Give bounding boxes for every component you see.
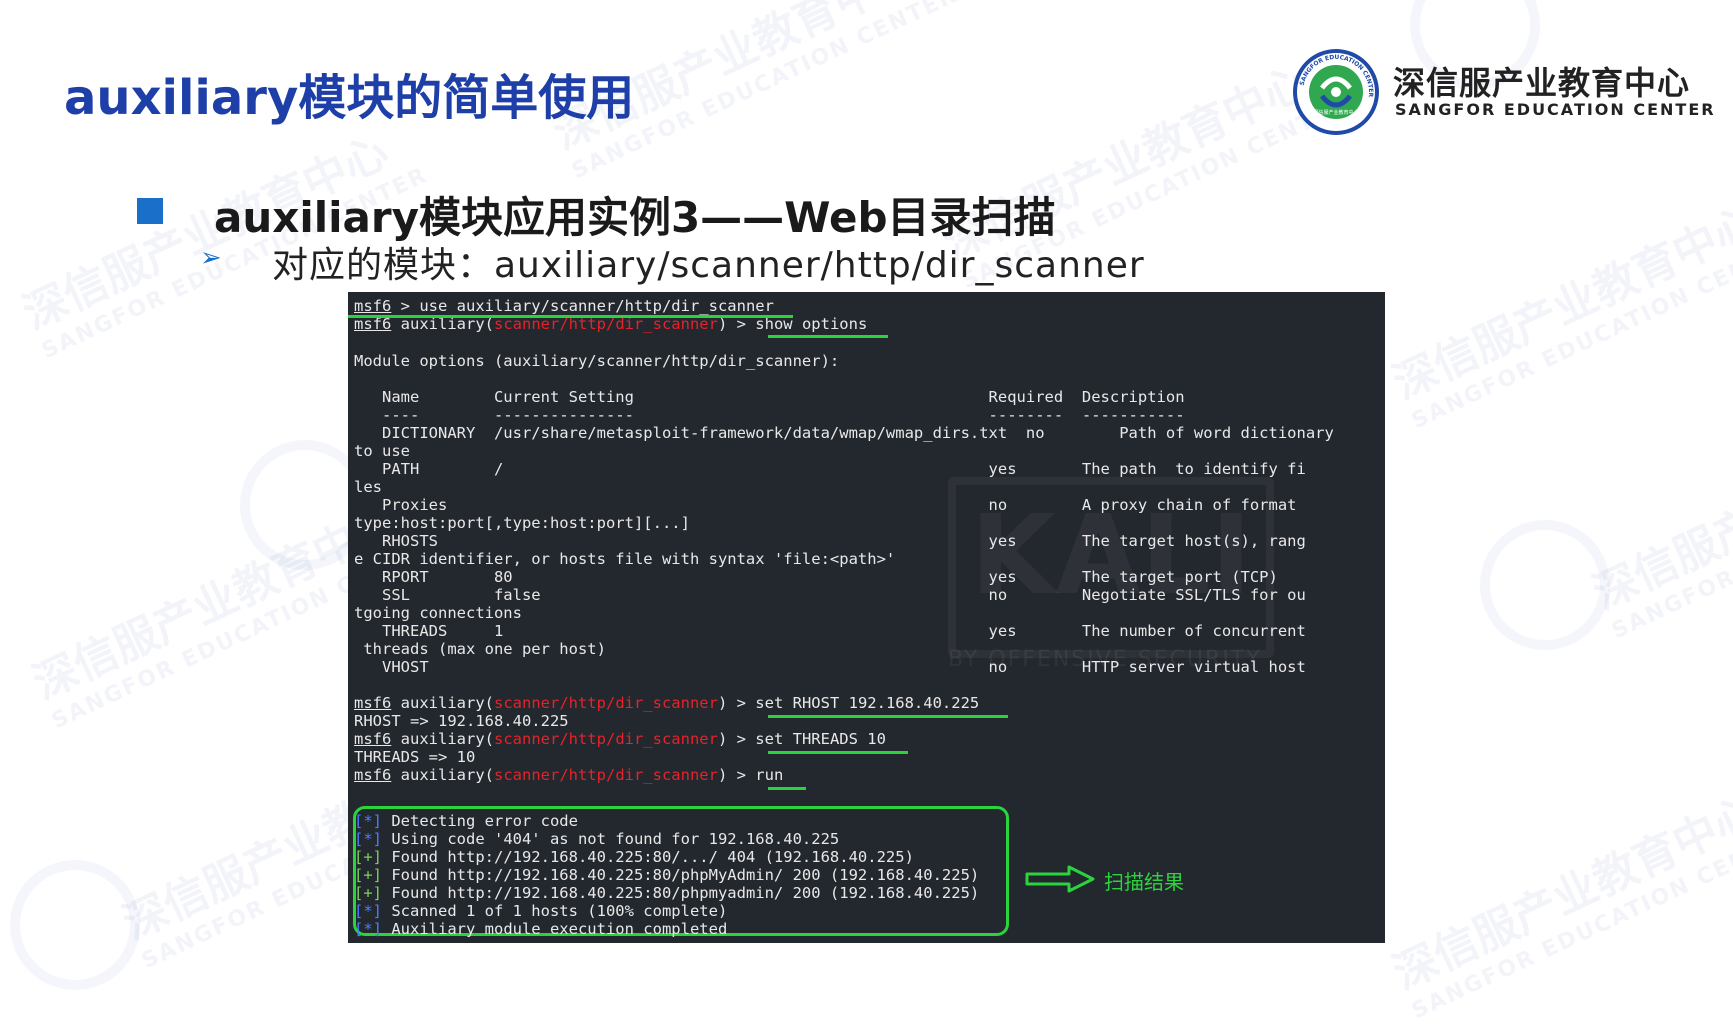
result-line: [*] Using code '404' as not found for 19… bbox=[354, 830, 840, 848]
double-arrow-icon bbox=[1025, 865, 1095, 893]
module-subline: 对应的模块：auxiliary/scanner/http/dir_scanner bbox=[272, 245, 1145, 286]
watermark: 深信服产业教育中心SANGFOR EDUCATION CENTER bbox=[1385, 786, 1733, 1024]
watermark: 深信服产业教育中心SANGFOR EDUCATION CENTER bbox=[1585, 406, 1733, 645]
command-underline bbox=[768, 751, 908, 754]
table-row: e CIDR identifier, or hosts file with sy… bbox=[354, 550, 896, 568]
bullet-square-icon bbox=[137, 198, 163, 224]
watermark-logo bbox=[1480, 520, 1610, 650]
terminal-line: Module options (auxiliary/scanner/http/d… bbox=[354, 352, 840, 370]
table-row: RPORT 80 yes The target port (TCP) bbox=[354, 568, 1278, 586]
command-underline bbox=[768, 787, 806, 790]
terminal-line: msf6 auxiliary(scanner/http/dir_scanner)… bbox=[354, 766, 784, 784]
page-title: auxiliary模块的简单使用 bbox=[64, 70, 635, 126]
result-line: [+] Found http://192.168.40.225:80/.../ … bbox=[354, 848, 914, 866]
result-line: [+] Found http://192.168.40.225:80/phpMy… bbox=[354, 866, 980, 884]
result-line: [*] Auxiliary module execution completed bbox=[354, 920, 728, 938]
watermark-logo bbox=[10, 860, 140, 990]
terminal-line: RHOST => 192.168.40.225 bbox=[354, 712, 569, 730]
table-row: type:host:port[,type:host:port][...] bbox=[354, 514, 690, 532]
watermark: 深信服产业教育中心SANGFOR EDUCATION CENTER bbox=[1385, 196, 1733, 435]
table-row: tgoing connections bbox=[354, 604, 522, 622]
table-row: THREADS 1 yes The number of concurrent bbox=[354, 622, 1306, 640]
table-row: les bbox=[354, 478, 382, 496]
command-underline bbox=[348, 315, 793, 318]
table-row: to use bbox=[354, 442, 410, 460]
svg-text:深信服产业教育中心: 深信服产业教育中心 bbox=[1313, 109, 1358, 116]
table-row: VHOST no HTTP server virtual host bbox=[354, 658, 1306, 676]
sangfor-logo: SANGFOR EDUCATION CENTER 深信服产业教育中心 bbox=[1293, 49, 1379, 135]
table-row: RHOSTS yes The target host(s), rang bbox=[354, 532, 1306, 550]
table-row: SSL false no Negotiate SSL/TLS for ou bbox=[354, 586, 1306, 604]
table-header: Name Current Setting Required Descriptio… bbox=[354, 388, 1185, 406]
logo-text-cn: 深信服产业教育中心 bbox=[1393, 64, 1691, 102]
table-row: Proxies no A proxy chain of format bbox=[354, 496, 1297, 514]
table-rule: ---- --------------- -------- ----------… bbox=[354, 406, 1185, 424]
result-line: [*] Scanned 1 of 1 hosts (100% complete) bbox=[354, 902, 728, 920]
table-row: DICTIONARY /usr/share/metasploit-framewo… bbox=[354, 424, 1334, 442]
result-line: [+] Found http://192.168.40.225:80/phpmy… bbox=[354, 884, 980, 902]
terminal-line: msf6 auxiliary(scanner/http/dir_scanner)… bbox=[354, 730, 886, 748]
logo-text-en: SANGFOR EDUCATION CENTER bbox=[1395, 100, 1716, 119]
table-row: threads (max one per host) bbox=[354, 640, 606, 658]
command-underline bbox=[768, 715, 1008, 718]
terminal-line: msf6 auxiliary(scanner/http/dir_scanner)… bbox=[354, 694, 980, 712]
command-underline bbox=[768, 335, 888, 338]
terminal-line: msf6 > use auxiliary/scanner/http/dir_sc… bbox=[354, 297, 774, 315]
terminal-line: THREADS => 10 bbox=[354, 748, 476, 766]
terminal-screenshot: KALI BY OFFENSIVE SECURITY msf6 > use au… bbox=[348, 292, 1385, 943]
scan-result-label: 扫描结果 bbox=[1104, 870, 1184, 894]
arrow-bullet-icon: ➢ bbox=[200, 243, 222, 273]
table-row: PATH / yes The path to identify fi bbox=[354, 460, 1306, 478]
result-line: [*] Detecting error code bbox=[354, 812, 578, 830]
